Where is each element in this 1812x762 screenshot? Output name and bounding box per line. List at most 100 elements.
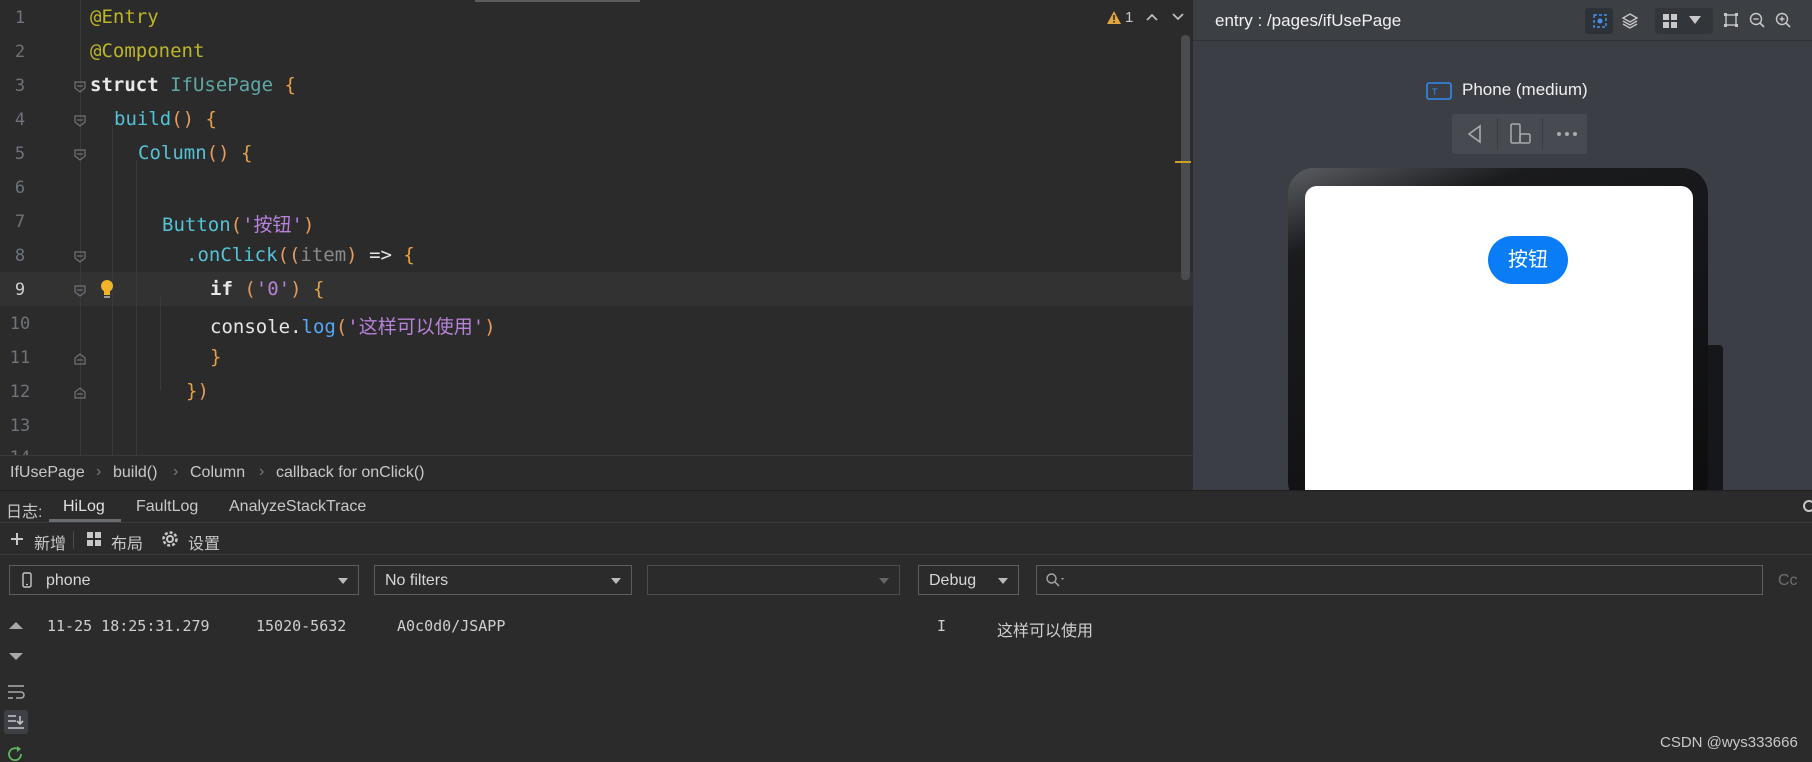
grid-icon <box>1663 14 1677 28</box>
back-icon[interactable] <box>1464 123 1486 145</box>
match-case-toggle[interactable]: Cc <box>1778 572 1798 590</box>
code-line-4: build() { <box>114 108 217 130</box>
log-toolbar: 新增 布局 设置 <box>0 522 1812 555</box>
divider <box>73 531 74 549</box>
editor-scrollbar[interactable] <box>1181 35 1190 280</box>
watermark: CSDN @wys333666 <box>1660 734 1798 751</box>
line-number: 4 <box>14 110 26 130</box>
log-search-box[interactable] <box>1036 565 1763 595</box>
divider <box>1497 118 1498 150</box>
scroll-up-icon[interactable] <box>8 620 24 630</box>
settings-button[interactable]: 设置 <box>188 530 220 554</box>
device-icon: T <box>1426 82 1452 100</box>
log-level: I <box>937 617 947 635</box>
log-label: 日志: <box>6 504 43 521</box>
code-line-5: Column() { <box>138 142 253 164</box>
code-line-2: @Component <box>90 40 205 62</box>
code-editor[interactable]: 1 2 3 4 5 6 7 8 9 10 11 12 13 14 @Entry … <box>0 0 1193 455</box>
fold-end-marker-icon[interactable] <box>73 386 87 400</box>
code-line-12: }) <box>186 380 209 402</box>
log-time: 11-25 18:25:31.279 <box>47 617 210 635</box>
log-row[interactable]: 11-25 18:25:31.279 15020-5632 A0c0d0/JSA… <box>33 614 1812 640</box>
fold-end-marker-icon[interactable] <box>73 352 87 366</box>
line-number: 11 <box>9 348 31 368</box>
tab-faultlog[interactable]: FaultLog <box>136 498 198 516</box>
search-icon <box>1046 573 1064 587</box>
scroll-down-icon[interactable] <box>8 652 24 662</box>
chevron-down-icon[interactable] <box>1172 12 1184 22</box>
inspector-icon <box>1593 14 1607 28</box>
indent-guide <box>160 295 161 390</box>
tab-hilog[interactable]: HiLog <box>63 498 105 516</box>
breadcrumb-item[interactable]: callback for onClick() <box>276 464 424 482</box>
log-output[interactable]: 11-25 18:25:31.279 15020-5632 A0c0d0/JSA… <box>33 608 1812 761</box>
chevron-right-icon: › <box>96 463 102 480</box>
zoom-in-icon[interactable] <box>1775 12 1791 28</box>
fit-screen-icon[interactable] <box>1723 12 1739 28</box>
layout-icon[interactable] <box>86 531 102 547</box>
more-icon[interactable] <box>1555 130 1579 138</box>
lightbulb-icon[interactable] <box>99 279 115 299</box>
code-line-8: .onClick((item) => { <box>186 244 415 266</box>
breadcrumb-item[interactable]: Column <box>190 464 245 482</box>
line-number: 12 <box>9 382 31 402</box>
search-input[interactable] <box>1073 570 1747 592</box>
log-pid: 15020-5632 <box>256 617 347 635</box>
add-button[interactable]: 新增 <box>34 530 66 554</box>
code-line-1: @Entry <box>90 6 159 28</box>
layout-button[interactable]: 布局 <box>111 530 143 554</box>
breadcrumb-item[interactable]: IfUsePage <box>10 464 85 482</box>
filter-select[interactable]: No filters <box>374 565 632 595</box>
soft-wrap-icon[interactable] <box>7 684 25 700</box>
phone-screen <box>1305 186 1693 490</box>
tab-analyzestacktrace[interactable]: AnalyzeStackTrace <box>229 498 366 516</box>
rotate-device-icon[interactable] <box>1508 123 1532 145</box>
code-line-11: } <box>210 346 222 368</box>
previewer-title: entry : /pages/ifUsePage <box>1215 11 1402 30</box>
breadcrumb-item[interactable]: build() <box>113 464 157 482</box>
layers-icon[interactable] <box>1621 12 1639 30</box>
log-level-select[interactable]: Debug <box>918 565 1019 595</box>
process-select[interactable] <box>647 565 900 595</box>
scroll-to-end-icon <box>8 715 24 729</box>
svg-text:T: T <box>1431 88 1438 98</box>
fold-marker-icon[interactable] <box>73 284 87 298</box>
log-side-toolbar <box>0 608 34 762</box>
previewer-panel: entry : /pages/ifUsePage T Phone (medium… <box>1193 0 1812 490</box>
log-tab-bar: 日志: HiLog FaultLog AnalyzeStackTrace <box>0 490 1812 523</box>
line-number: 7 <box>14 212 26 232</box>
line-number: 8 <box>14 246 26 266</box>
log-message: 这样可以使用 <box>997 623 1094 640</box>
indent-guide <box>136 160 137 455</box>
chevron-right-icon: › <box>173 463 179 480</box>
tab-indicator <box>475 0 640 2</box>
line-number: 3 <box>14 76 26 96</box>
settings-gear-icon[interactable] <box>161 530 179 548</box>
code-line-7: Button('按钮') <box>162 214 315 236</box>
phone-icon <box>22 572 32 588</box>
divider <box>1542 118 1543 150</box>
warning-icon[interactable] <box>1106 10 1122 25</box>
line-number: 14 <box>0 448 40 455</box>
log-filters: phone No filters Debug Cc <box>0 554 1812 609</box>
preview-button[interactable]: 按钮 <box>1488 236 1568 284</box>
device-name[interactable]: Phone (medium) <box>1462 80 1588 100</box>
line-number: 2 <box>14 42 26 62</box>
fold-marker-icon[interactable] <box>73 114 87 128</box>
dropdown-arrow-icon <box>1689 16 1701 24</box>
line-number: 1 <box>14 8 26 28</box>
line-number: 9 <box>14 280 26 300</box>
zoom-out-icon[interactable] <box>1749 12 1765 28</box>
device-select[interactable]: phone <box>9 565 359 595</box>
fold-marker-icon[interactable] <box>73 80 87 94</box>
current-line-highlight <box>0 272 1193 306</box>
plus-icon[interactable] <box>9 531 25 547</box>
scroll-marker <box>1175 161 1191 163</box>
restart-icon[interactable] <box>7 746 25 762</box>
chevron-up-icon[interactable] <box>1146 12 1158 22</box>
fold-marker-icon[interactable] <box>73 148 87 162</box>
gear-icon[interactable] <box>1802 499 1812 513</box>
breadcrumb: IfUsePage › build() › Column › callback … <box>0 455 1193 491</box>
code-line-9: if ('0') { <box>210 278 325 300</box>
fold-marker-icon[interactable] <box>73 250 87 264</box>
